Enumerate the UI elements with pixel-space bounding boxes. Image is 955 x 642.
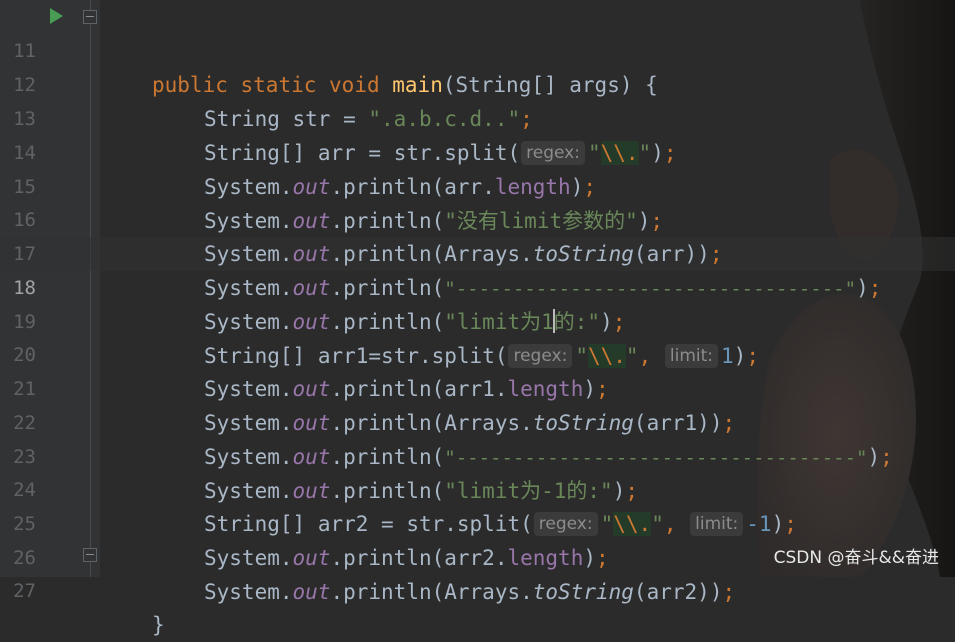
code-token: .println(: [330, 580, 445, 604]
code-line[interactable]: 20 System.out.println(arr1.length);: [0, 304, 955, 401]
code-line-current[interactable]: 18 System.out.println("limit为1的:");: [0, 237, 955, 334]
line-number: 27: [13, 580, 36, 602]
code-line[interactable]: 14 System.out.println(arr.length);: [0, 102, 955, 199]
code-text[interactable]: System.out.println(Arrays.toString(arr2)…: [204, 575, 735, 609]
code-line[interactable]: 17 System.out.println("-----------------…: [0, 203, 955, 300]
static-field: out: [292, 580, 331, 604]
code-token: ): [709, 580, 723, 604]
code-token: System.: [204, 580, 293, 604]
code-line[interactable]: 16 System.out.println(Arrays.toString(ar…: [0, 169, 955, 266]
static-method: toString: [532, 580, 634, 604]
code-token: ): [697, 580, 710, 604]
code-token: Arrays.: [444, 580, 533, 604]
code-token: }: [152, 613, 165, 637]
code-text[interactable]: }: [152, 608, 165, 642]
code-line[interactable]: 11 public static void main(String[] args…: [0, 0, 955, 97]
code-line[interactable]: 12 String str = ".a.b.c.d..";: [0, 34, 955, 131]
code-line[interactable]: 21 System.out.println(Arrays.toString(ar…: [0, 338, 955, 435]
code-line[interactable]: 22 System.out.println("-----------------…: [0, 372, 955, 469]
code-token: ;: [722, 580, 736, 604]
code-line[interactable]: 13 String[] arr = str.split(regex: "\\.")…: [0, 68, 955, 165]
code-line[interactable]: 26 System.out.println(Arrays.toString(ar…: [0, 507, 955, 604]
code-line[interactable]: 19 String[] arr1=str.split(regex: "\\.", …: [0, 271, 955, 368]
code-line[interactable]: 15 System.out.println("没有limit参数的");: [0, 136, 955, 233]
watermark: CSDN @奋斗&&奋进: [773, 548, 939, 568]
code-token: arr2: [646, 580, 698, 604]
code-line[interactable]: 23 System.out.println("limit为-1的:");: [0, 406, 955, 503]
code-token: (: [633, 580, 647, 604]
code-line[interactable]: 24 String[] arr2 = str.split(regex: "\\."…: [0, 439, 955, 536]
code-line[interactable]: 25 System.out.println(arr2.length);: [0, 473, 955, 570]
